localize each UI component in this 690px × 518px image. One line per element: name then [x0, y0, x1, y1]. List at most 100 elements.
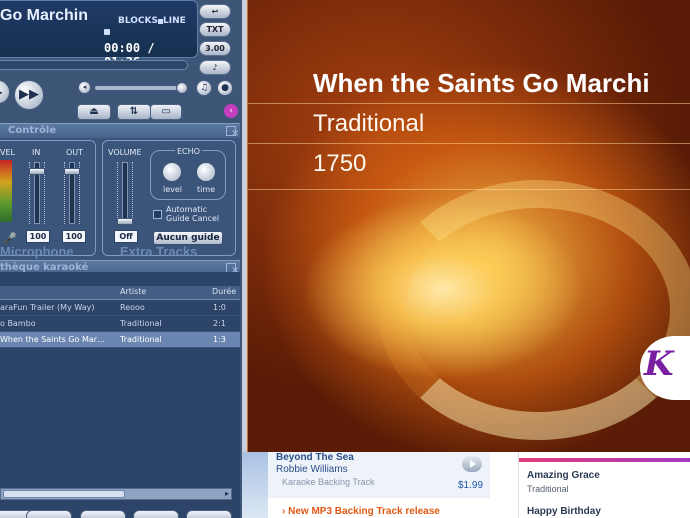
karaoke-year: 1750	[313, 150, 367, 177]
scroll-right-icon[interactable]: ▸	[225, 489, 229, 498]
microphone-label: Microphone	[0, 244, 74, 259]
store-right-title[interactable]: Amazing Grace	[527, 470, 600, 481]
chevron-right-icon: ›	[229, 106, 233, 116]
volume-fader-knob[interactable]	[117, 218, 133, 225]
column-artist[interactable]: Artiste	[120, 287, 146, 296]
controls-panel-header: Contrôle ×	[0, 123, 240, 139]
now-playing-display: Go Marchin BLOCKS LINE 00:00 / 01:36	[0, 0, 198, 69]
mute-button[interactable]: ♫	[196, 80, 212, 96]
mode-line-indicator	[158, 19, 163, 24]
row-duration: 2:1	[213, 319, 226, 328]
menu-button[interactable]: ↩	[199, 4, 231, 19]
store-item-type: Karaoke Backing Track	[282, 477, 375, 487]
row-artist: Traditional	[120, 319, 162, 328]
mode-line[interactable]: LINE	[163, 16, 186, 26]
in-fader-knob[interactable]	[29, 168, 45, 175]
echo-time-knob[interactable]	[196, 162, 216, 182]
column-duration[interactable]: Durée	[212, 287, 236, 296]
store-item-artist[interactable]: Robbie Williams	[276, 464, 348, 475]
return-arrow-icon: ↩	[211, 7, 219, 16]
row-duration: 1:0	[213, 303, 226, 312]
echo-level-label: level	[163, 185, 183, 194]
record-button[interactable]: ●	[217, 80, 233, 96]
level-label: VEL	[0, 148, 15, 157]
out-label: OUT	[66, 148, 84, 157]
video-button[interactable]: ▭	[150, 104, 182, 120]
row-title: o Bambo	[0, 319, 36, 328]
echo-time-label: time	[197, 185, 216, 194]
table-row[interactable]: o Bambo Traditional 2:1	[0, 316, 240, 332]
preview-play-button[interactable]	[462, 456, 482, 472]
vu-meter	[0, 160, 12, 222]
echo-level-knob[interactable]	[162, 162, 182, 182]
store-right-artist: Traditional	[527, 484, 569, 494]
row-artist: Reooo	[120, 303, 145, 312]
tempo-button[interactable]: 3.00	[199, 41, 231, 56]
store-item-title[interactable]: Beyond The Sea	[276, 452, 354, 463]
mode-blocks[interactable]: BLOCKS	[118, 16, 158, 26]
volume-down-button[interactable]: ◂	[78, 81, 91, 94]
music-note-icon: ♪	[212, 63, 218, 72]
store-right-title-2[interactable]: Happy Birthday	[527, 506, 601, 517]
volume-fader-track[interactable]	[122, 162, 128, 224]
karaoke-song-title: When the Saints Go Marchi	[313, 68, 650, 98]
karaoke-screen: When the Saints Go Marchi Traditional 17…	[247, 0, 690, 452]
store-item-price: $1.99	[458, 480, 484, 491]
controls-panel-title: Contrôle	[8, 125, 57, 136]
library-action-button-4[interactable]	[133, 510, 179, 518]
out-fader-knob[interactable]	[64, 168, 80, 175]
volume-slider-knob[interactable]	[176, 82, 188, 94]
in-label: IN	[32, 148, 41, 157]
auto-guide-label-2: Guide Cancel	[166, 214, 220, 223]
minus-icon: ◂	[82, 83, 87, 91]
eject-icon: ⏏	[89, 106, 99, 117]
new-release-link[interactable]: › New MP3 Backing Track release	[282, 506, 440, 517]
table-row-selected[interactable]: When the Saints Go Mar… Traditional 1:3	[0, 332, 240, 348]
eject-button[interactable]: ⏏	[77, 104, 111, 120]
row-artist: Traditional	[120, 335, 162, 344]
echo-label: ECHO	[175, 147, 202, 156]
store-right-column: Amazing Grace Traditional Happy Birthday	[518, 452, 690, 518]
volume-value: Off	[114, 230, 138, 243]
seek-bar[interactable]	[0, 60, 188, 70]
circle-icon: ●	[221, 83, 229, 93]
txt-button[interactable]: TXT	[199, 22, 231, 37]
artist-divider	[248, 143, 690, 144]
auto-guide-label-1: Automatic	[166, 205, 208, 214]
web-store: Beyond The Sea Robbie Williams Karaoke B…	[242, 452, 690, 518]
play-icon: ▶	[0, 85, 3, 99]
screen-icon: ▭	[161, 106, 171, 117]
out-value: 100	[62, 230, 86, 243]
song-title-scroll: Go Marchin	[0, 7, 89, 24]
scrollbar-thumb[interactable]	[3, 490, 125, 498]
volume-label: VOLUME	[108, 148, 142, 157]
library-action-button-5[interactable]	[186, 510, 232, 518]
library-horizontal-scrollbar[interactable]: ▸	[0, 488, 232, 500]
equalizer-button[interactable]: ⇅	[117, 104, 151, 120]
key-button[interactable]: ♪	[199, 60, 231, 75]
background-swirl	[378, 180, 690, 440]
forward-button[interactable]: ▶▶	[14, 80, 44, 110]
auto-guide-checkbox[interactable]	[153, 210, 162, 219]
row-title: When the Saints Go Mar…	[0, 335, 106, 344]
library-action-button-2[interactable]	[26, 510, 72, 518]
controls-panel-close[interactable]: ×	[226, 126, 239, 139]
in-value: 100	[26, 230, 50, 243]
karaoke-player: Go Marchin BLOCKS LINE 00:00 / 01:36 ↩ T…	[0, 0, 242, 518]
karaoke-artist: Traditional	[313, 110, 425, 137]
year-divider	[248, 189, 690, 190]
sliders-icon: ⇅	[129, 106, 139, 117]
volume-slider-track[interactable]	[95, 86, 181, 90]
extra-tracks-label: Extra Tracks	[120, 244, 198, 259]
karaoke-library: Artiste Durée araFun Trailer (My Way) Re…	[0, 272, 240, 518]
play-button[interactable]: ▶	[0, 80, 10, 104]
expand-button[interactable]: ›	[224, 104, 238, 118]
table-row[interactable]: araFun Trailer (My Way) Reooo 1:0	[0, 300, 240, 316]
guide-button[interactable]: Aucun guide	[153, 231, 223, 245]
row-duration: 1:3	[213, 335, 226, 344]
library-column-headers: Artiste Durée	[0, 286, 240, 300]
row-title: araFun Trailer (My Way)	[0, 303, 95, 312]
library-action-button-3[interactable]	[80, 510, 126, 518]
logo-letter: K	[644, 344, 674, 384]
mode-blocks-indicator	[104, 29, 110, 35]
